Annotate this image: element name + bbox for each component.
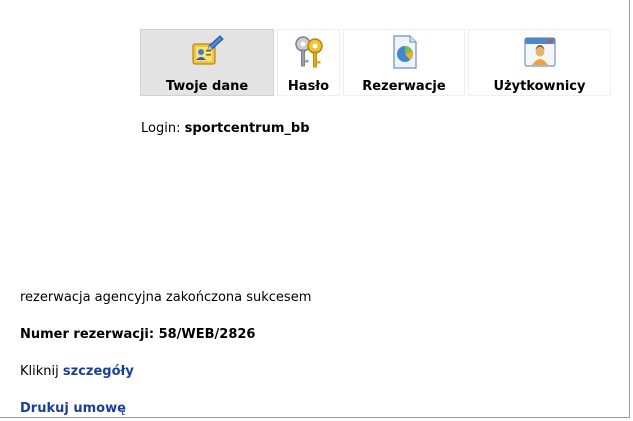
login-value: sportcentrum_bb [184,121,310,136]
login-label: Login: [141,121,181,136]
reservation-status-message: rezerwacja agencyjna zakończona sukcesem [20,290,312,305]
user-card-edit-icon [192,35,224,65]
details-link[interactable]: szczegóły [63,364,134,379]
tab-rezerwacje-label: Rezerwacje [362,79,446,94]
user-window-icon [523,37,556,67]
tab-haslo-label: Hasło [287,79,330,94]
login-info: Login: sportcentrum_bb [141,121,310,136]
tab-uzytkownicy-label: Użytkownicy [493,79,586,94]
tab-uzytkownicy[interactable]: Użytkownicy [468,29,611,96]
tab-twoje-dane-label: Twoje dane [165,79,249,94]
print-line: Drukuj umowę [20,401,126,416]
tab-twoje-dane[interactable]: Twoje dane [140,29,274,96]
tab-rezerwacje[interactable]: Rezerwacje [343,29,465,96]
tab-haslo[interactable]: Hasło [277,29,340,96]
reservation-number: Numer rezerwacji: 58/WEB/2826 [20,327,256,342]
account-toolbar: Twoje dane Hasło Rezerwacje Użytkownicy [140,29,611,96]
print-contract-link[interactable]: Drukuj umowę [20,401,126,416]
details-line: Kliknij szczegóły [20,364,134,379]
details-prefix: Kliknij [20,364,59,379]
keys-icon [294,36,323,68]
document-chart-icon [393,35,417,69]
